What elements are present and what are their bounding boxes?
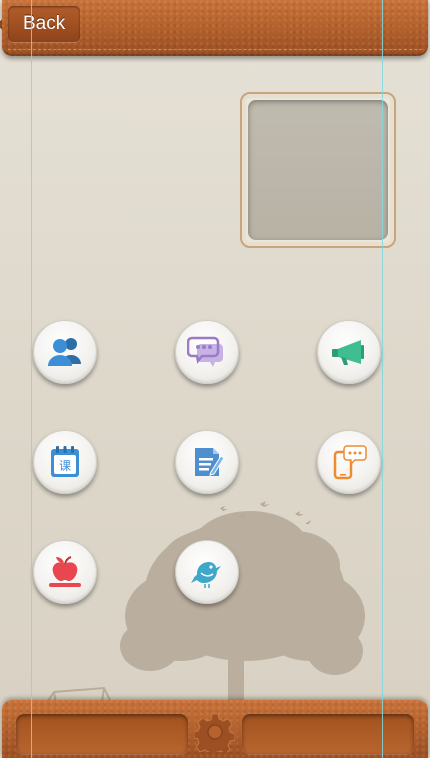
contacts-icon (48, 338, 81, 366)
contacts-button[interactable] (33, 320, 97, 384)
chat-icon (187, 336, 223, 367)
tree-illustration (120, 501, 365, 706)
photo-frame[interactable] (240, 92, 396, 248)
bottom-left-slot[interactable] (16, 714, 188, 754)
schedule-button[interactable]: 课 (33, 430, 97, 494)
guide-line-left (31, 0, 32, 758)
notes-button[interactable] (175, 430, 239, 494)
guide-line-right (382, 0, 383, 758)
bird-icon (191, 562, 221, 588)
stitch-line (8, 49, 422, 50)
back-button[interactable]: Back (0, 6, 80, 43)
photo-placeholder (248, 100, 388, 240)
gear-icon[interactable] (195, 712, 235, 752)
megaphone-icon (332, 340, 364, 365)
announcement-button[interactable] (317, 320, 381, 384)
apple-icon (49, 556, 81, 587)
food-button[interactable] (33, 540, 97, 604)
phone-message-icon (333, 445, 367, 480)
bottom-bar (2, 700, 428, 758)
top-bar: Back (0, 0, 428, 56)
calendar-class-icon: 课 (51, 446, 79, 477)
notes-edit-icon (195, 448, 225, 476)
bottom-right-slot[interactable] (242, 714, 414, 754)
social-button[interactable] (175, 540, 239, 604)
svg-text:课: 课 (59, 459, 71, 473)
back-button-label: Back (23, 13, 66, 34)
chat-button[interactable] (175, 320, 239, 384)
phone-message-button[interactable] (317, 430, 381, 494)
